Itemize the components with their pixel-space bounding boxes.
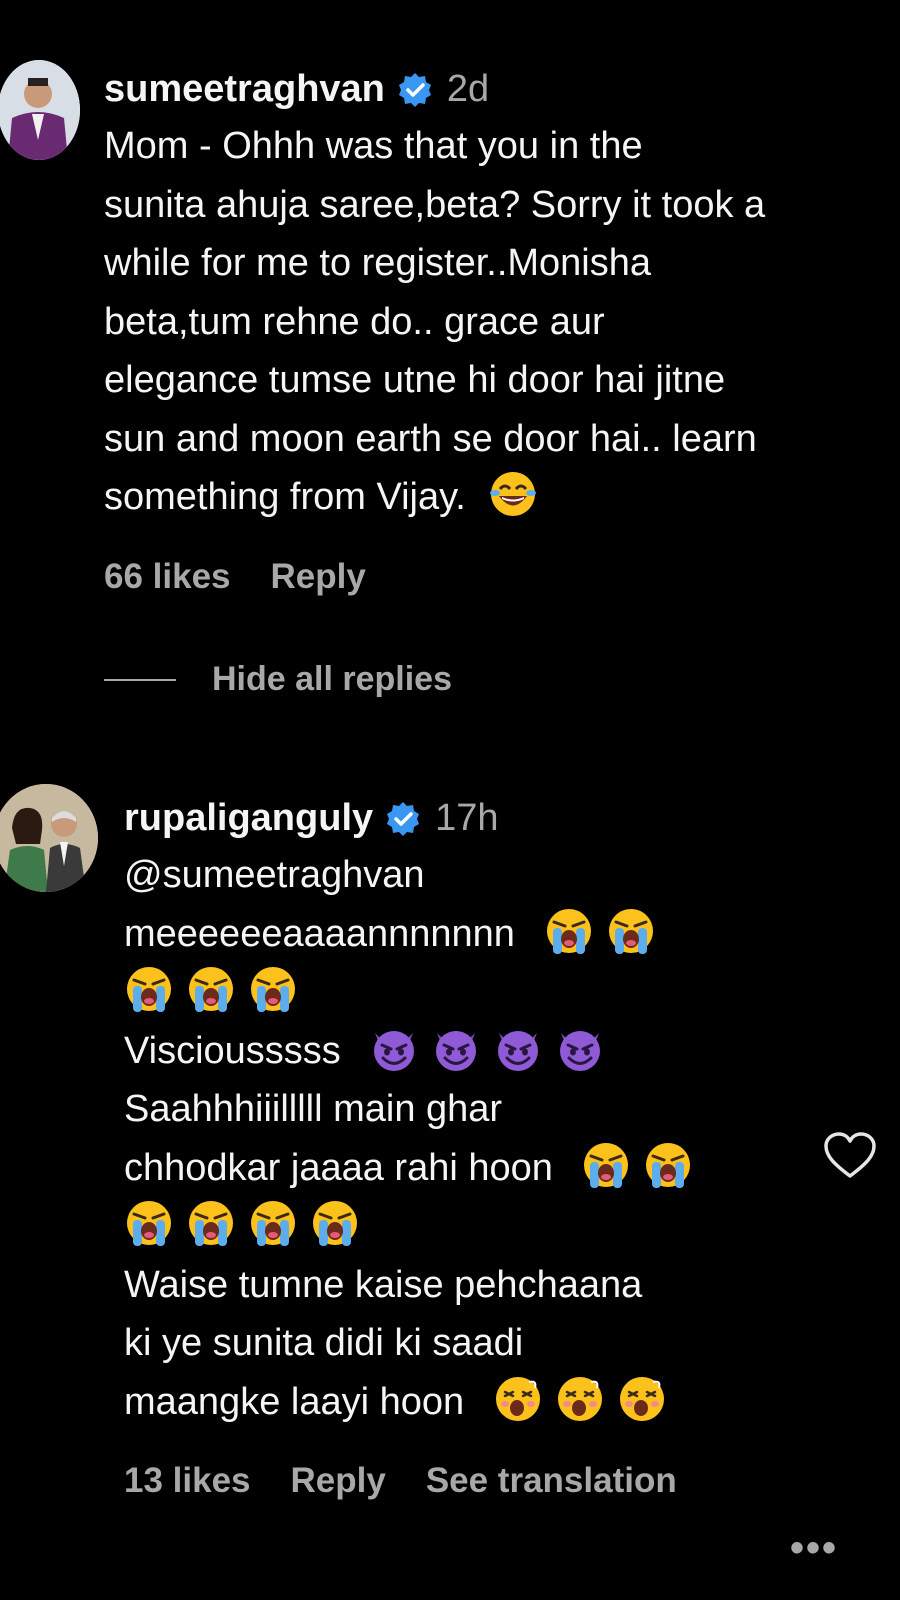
see-translation-button[interactable]: See translation (426, 1461, 677, 1501)
comment-line: sunita ahuja saree,beta? Sorry it took a (104, 183, 766, 226)
username[interactable]: sumeetraghvan (104, 68, 385, 111)
comment-line (124, 1197, 717, 1256)
comment-line-text: chhodkar jaaaa rahi hoon (124, 1146, 553, 1189)
laughing-tears-emoji (488, 469, 538, 519)
comment-line: Mom - Ohhh was that you in the (104, 125, 643, 167)
smiling-devil-emoji (369, 1023, 419, 1073)
comment-line-text: meeeeeeaaaannnnnnn (124, 912, 515, 955)
comment-line: while for me to register..Monisha (104, 242, 652, 284)
comment-actions: 66 likes Reply (104, 557, 765, 597)
crying-emoji (248, 964, 298, 1014)
crying-emoji (186, 1198, 236, 1248)
likes-count[interactable]: 66 likes (104, 557, 231, 597)
comment-header: sumeetraghvan 2d (104, 68, 765, 111)
crying-emoji (124, 964, 174, 1014)
crying-emoji (544, 906, 594, 956)
smiling-devil-emoji (493, 1023, 543, 1073)
mention-link[interactable]: @sumeetraghvan (124, 846, 717, 905)
comment-line: Visciousssss (124, 1022, 717, 1081)
comment-line: ki ye sunita didi ki saadi (124, 1322, 524, 1364)
comment-header: rupaliganguly 17h (124, 797, 717, 840)
avatar-sumeetraghvan[interactable] (0, 60, 80, 160)
comment-actions: 13 likes Reply See translation (124, 1461, 717, 1501)
comment-line-text: something from Vijay. (104, 476, 466, 518)
reply-button[interactable]: Reply (291, 1461, 386, 1501)
comment-rupaliganguly: rupaliganguly 17h @sumeetraghvan meeeeee… (124, 797, 717, 1501)
smiling-devil-emoji (555, 1023, 605, 1073)
dizzy-face-emoji (493, 1374, 543, 1424)
verified-badge-icon (385, 801, 421, 837)
hide-replies-button[interactable]: Hide all replies (104, 660, 452, 699)
comment-line: chhodkar jaaaa rahi hoon (124, 1139, 717, 1198)
comment-body: Mom - Ohhh was that you in the sunita ah… (104, 117, 765, 527)
comment-line-text: Visciousssss (124, 1029, 341, 1072)
dizzy-face-emoji (617, 1374, 667, 1424)
comment-line: Saahhhiiilllll main ghar (124, 1088, 503, 1130)
reply-button[interactable]: Reply (271, 557, 366, 597)
timestamp: 2d (446, 68, 490, 110)
crying-emoji (643, 1140, 693, 1190)
crying-emoji (581, 1140, 631, 1190)
comment-line: elegance tumse utne hi door hai jitne (104, 359, 726, 401)
comment-line: Waise tumne kaise pehchaana (124, 1263, 643, 1306)
comment-line: sun and moon earth se door hai.. learn (104, 417, 757, 460)
comment-sumeetraghvan: sumeetraghvan 2d Mom - Ohhh was that you… (104, 68, 765, 597)
comment-line: something from Vijay. (104, 468, 765, 527)
crying-emoji (186, 964, 236, 1014)
hide-replies-label: Hide all replies (212, 660, 452, 698)
dizzy-face-emoji (555, 1374, 605, 1424)
timestamp: 17h (435, 797, 499, 839)
heart-outline-icon[interactable] (822, 1130, 878, 1180)
username[interactable]: rupaliganguly (124, 797, 373, 840)
crying-emoji (248, 1198, 298, 1248)
avatar-rupaliganguly[interactable] (0, 784, 98, 892)
verified-badge-icon (397, 72, 433, 108)
comment-line: beta,tum rehne do.. grace aur (104, 300, 605, 343)
crying-emoji (606, 906, 656, 956)
smiling-devil-emoji (431, 1023, 481, 1073)
comment-line (124, 963, 717, 1022)
divider-line (104, 678, 176, 681)
comment-line: maangke laayi hoon (124, 1373, 717, 1432)
crying-emoji (124, 1198, 174, 1248)
comment-body: @sumeetraghvan meeeeeeaaaannnnnnn Viscio… (124, 846, 717, 1431)
comment-line: meeeeeeaaaannnnnnn (124, 905, 717, 964)
crying-emoji (310, 1198, 360, 1248)
more-options-icon[interactable]: ••• (790, 1526, 838, 1571)
comment-line-text: maangke laayi hoon (124, 1380, 465, 1423)
likes-count[interactable]: 13 likes (124, 1461, 251, 1501)
